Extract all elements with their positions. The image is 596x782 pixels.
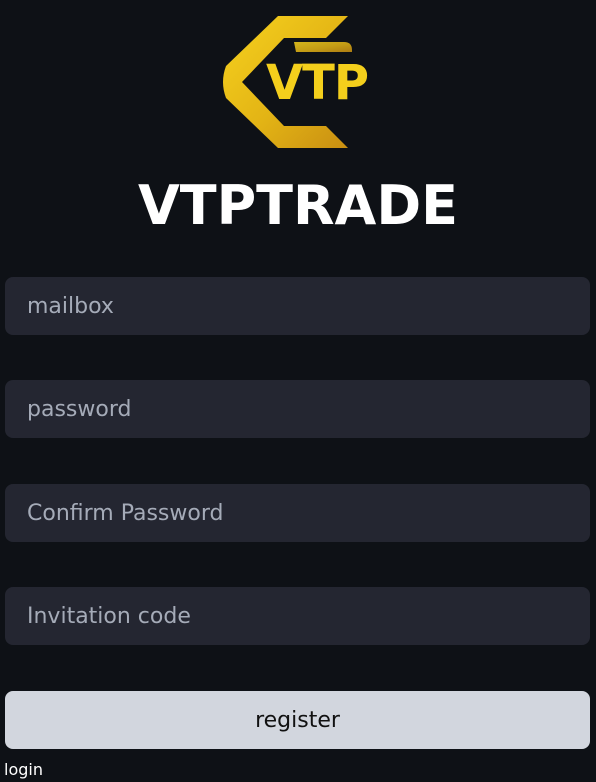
vtp-logo-icon: VTP: [223, 16, 369, 148]
logo-text: VTP: [266, 55, 368, 111]
confirm-password-input[interactable]: [5, 484, 590, 542]
login-link[interactable]: login: [4, 760, 43, 780]
register-button[interactable]: register: [5, 691, 590, 749]
password-input[interactable]: [5, 380, 590, 438]
register-page: VTP VTPTRADE register login: [0, 0, 596, 782]
mailbox-input[interactable]: [5, 277, 590, 335]
invitation-code-input[interactable]: [5, 587, 590, 645]
brand-title: VTPTRADE: [137, 174, 459, 237]
